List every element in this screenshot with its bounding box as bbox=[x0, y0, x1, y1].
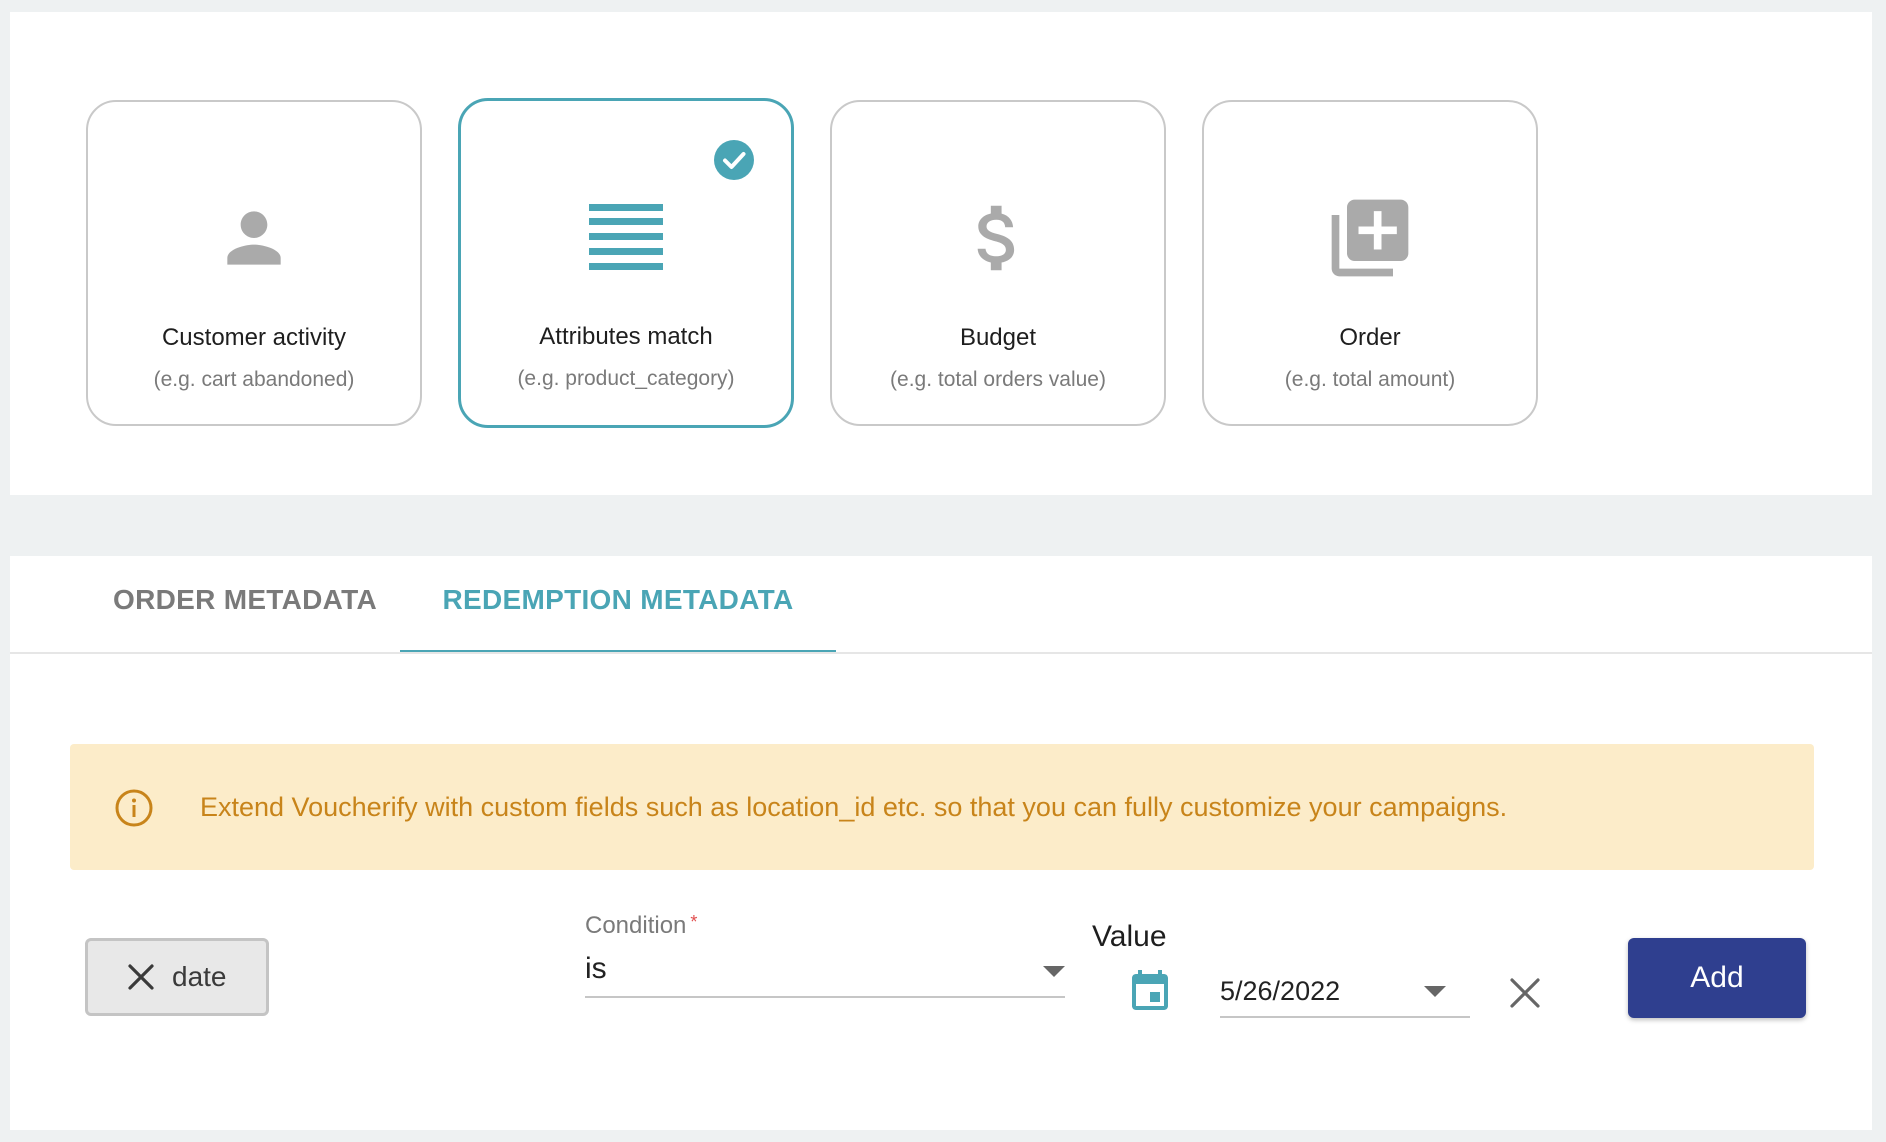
card-order[interactable]: Order (e.g. total amount) bbox=[1202, 100, 1538, 426]
rule-type-panel: Customer activity (e.g. cart abandoned) … bbox=[10, 12, 1872, 495]
info-icon bbox=[115, 789, 153, 827]
card-attributes-match[interactable]: Attributes match (e.g. product_category) bbox=[458, 98, 794, 428]
add-to-collection-icon bbox=[1322, 190, 1418, 286]
info-banner: Extend Voucherify with custom fields suc… bbox=[70, 744, 1814, 870]
card-subtitle: (e.g. cart abandoned) bbox=[153, 368, 355, 391]
tabs-divider bbox=[10, 652, 1872, 654]
condition-select[interactable]: is bbox=[585, 946, 1065, 998]
list-lines-icon bbox=[578, 189, 674, 285]
date-picker-field[interactable]: 5/26/2022 bbox=[1220, 966, 1470, 1018]
dollar-icon bbox=[950, 190, 1046, 286]
card-subtitle: (e.g. product_category) bbox=[517, 367, 735, 390]
metadata-panel: ORDER METADATA REDEMPTION METADATA Exten… bbox=[10, 556, 1872, 1130]
person-icon bbox=[206, 190, 302, 286]
required-mark: * bbox=[690, 912, 698, 932]
check-circle-icon bbox=[714, 140, 754, 180]
date-value: 5/26/2022 bbox=[1220, 976, 1341, 1006]
card-title: Budget bbox=[959, 324, 1037, 351]
attribute-chip[interactable]: date bbox=[85, 938, 269, 1016]
clear-icon[interactable] bbox=[1506, 974, 1544, 1012]
chevron-down-icon bbox=[1043, 966, 1065, 977]
tab-redemption-metadata[interactable]: REDEMPTION METADATA bbox=[400, 584, 836, 654]
condition-label: Condition * bbox=[585, 912, 698, 939]
chip-label: date bbox=[172, 961, 227, 992]
close-icon[interactable] bbox=[126, 962, 156, 992]
value-label: Value bbox=[1092, 920, 1167, 953]
card-subtitle: (e.g. total orders value) bbox=[890, 368, 1106, 391]
calendar-icon[interactable] bbox=[1126, 968, 1174, 1016]
card-title: Customer activity bbox=[161, 324, 347, 351]
tab-order-metadata[interactable]: ORDER METADATA bbox=[100, 584, 390, 650]
chevron-down-icon bbox=[1424, 986, 1446, 997]
info-banner-text: Extend Voucherify with custom fields suc… bbox=[200, 792, 1508, 822]
card-subtitle: (e.g. total amount) bbox=[1284, 368, 1456, 391]
card-customer-activity[interactable]: Customer activity (e.g. cart abandoned) bbox=[86, 100, 422, 426]
card-title: Order bbox=[1339, 324, 1401, 351]
card-title: Attributes match bbox=[539, 323, 713, 350]
card-budget[interactable]: Budget (e.g. total orders value) bbox=[830, 100, 1166, 426]
add-button[interactable]: Add bbox=[1628, 938, 1806, 1018]
condition-value: is bbox=[585, 952, 607, 985]
